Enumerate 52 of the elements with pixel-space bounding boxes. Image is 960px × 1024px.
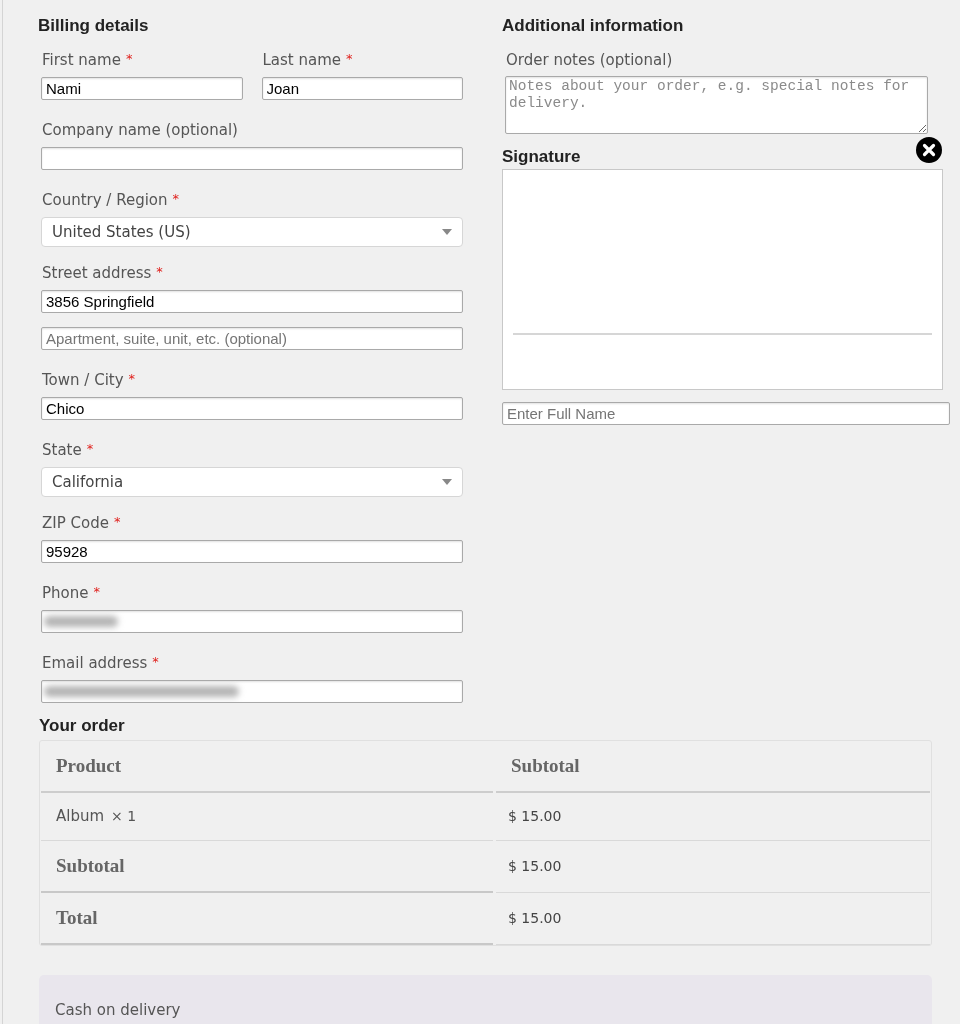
signature-heading: Signature	[502, 146, 581, 168]
field-label: Email address	[42, 653, 148, 674]
caret-icon	[442, 479, 452, 485]
product-quantity: × 1	[111, 807, 137, 826]
section-heading: Additional information	[502, 15, 685, 37]
required-mark: *	[128, 372, 136, 385]
full-name-field[interactable]: Enter Full Name	[502, 402, 950, 425]
row-header: Total	[41, 893, 493, 945]
close-icon	[916, 137, 942, 163]
text-field[interactable]: Apartment, suite, unit, etc. (optional)	[41, 327, 463, 350]
dropdown[interactable]: United States (US)	[41, 217, 463, 247]
field-label: Order notes (optional)	[506, 50, 673, 71]
dropdown[interactable]: California	[41, 467, 463, 497]
payment-method-label[interactable]: Cash on delivery	[55, 1001, 181, 1019]
required-mark: *	[93, 585, 100, 598]
field-label: Last name	[262, 50, 342, 71]
text-field[interactable]: Nami	[41, 77, 243, 100]
signature-pad[interactable]	[502, 169, 943, 390]
field-label: First name	[42, 50, 121, 71]
text-field[interactable]	[41, 610, 463, 633]
column-header: Product	[41, 741, 493, 793]
field-label: Phone	[42, 583, 89, 604]
row-header: Subtotal	[41, 841, 493, 893]
field-label: Town / City	[42, 370, 124, 391]
text-field[interactable]	[41, 147, 463, 170]
field-label: Country / Region	[42, 190, 168, 211]
notes-textarea[interactable]: Notes about your order, e.g. special notes for delivery.	[505, 76, 928, 134]
text-field[interactable]	[41, 680, 463, 703]
table-cell: $ 15.00	[496, 841, 930, 893]
required-mark: *	[346, 52, 353, 65]
field-label: Company name (optional)	[42, 120, 238, 141]
caret-icon	[442, 229, 452, 235]
field-label: Street address	[42, 263, 152, 284]
required-mark: *	[125, 52, 133, 65]
table-cell: $ 15.00	[496, 793, 930, 841]
text-field[interactable]: Joan	[261, 77, 463, 100]
required-mark: *	[156, 265, 163, 278]
field-label: ZIP Code	[42, 513, 109, 534]
section-heading: Your order	[39, 715, 126, 737]
clear-signature-button[interactable]	[916, 137, 942, 163]
product-name: Album	[56, 806, 105, 828]
required-mark: *	[113, 515, 121, 528]
required-mark: *	[152, 655, 159, 668]
text-field[interactable]: Chico	[41, 397, 463, 420]
text-field[interactable]: 3856 Springfield	[41, 290, 463, 313]
table-cell: $ 15.00	[496, 893, 930, 945]
column-header: Subtotal	[496, 741, 930, 793]
required-mark: *	[172, 192, 180, 205]
field-label: State	[42, 440, 82, 461]
section-heading: Billing details	[38, 15, 150, 37]
text-field[interactable]: 95928	[41, 540, 463, 563]
required-mark: *	[86, 442, 94, 455]
